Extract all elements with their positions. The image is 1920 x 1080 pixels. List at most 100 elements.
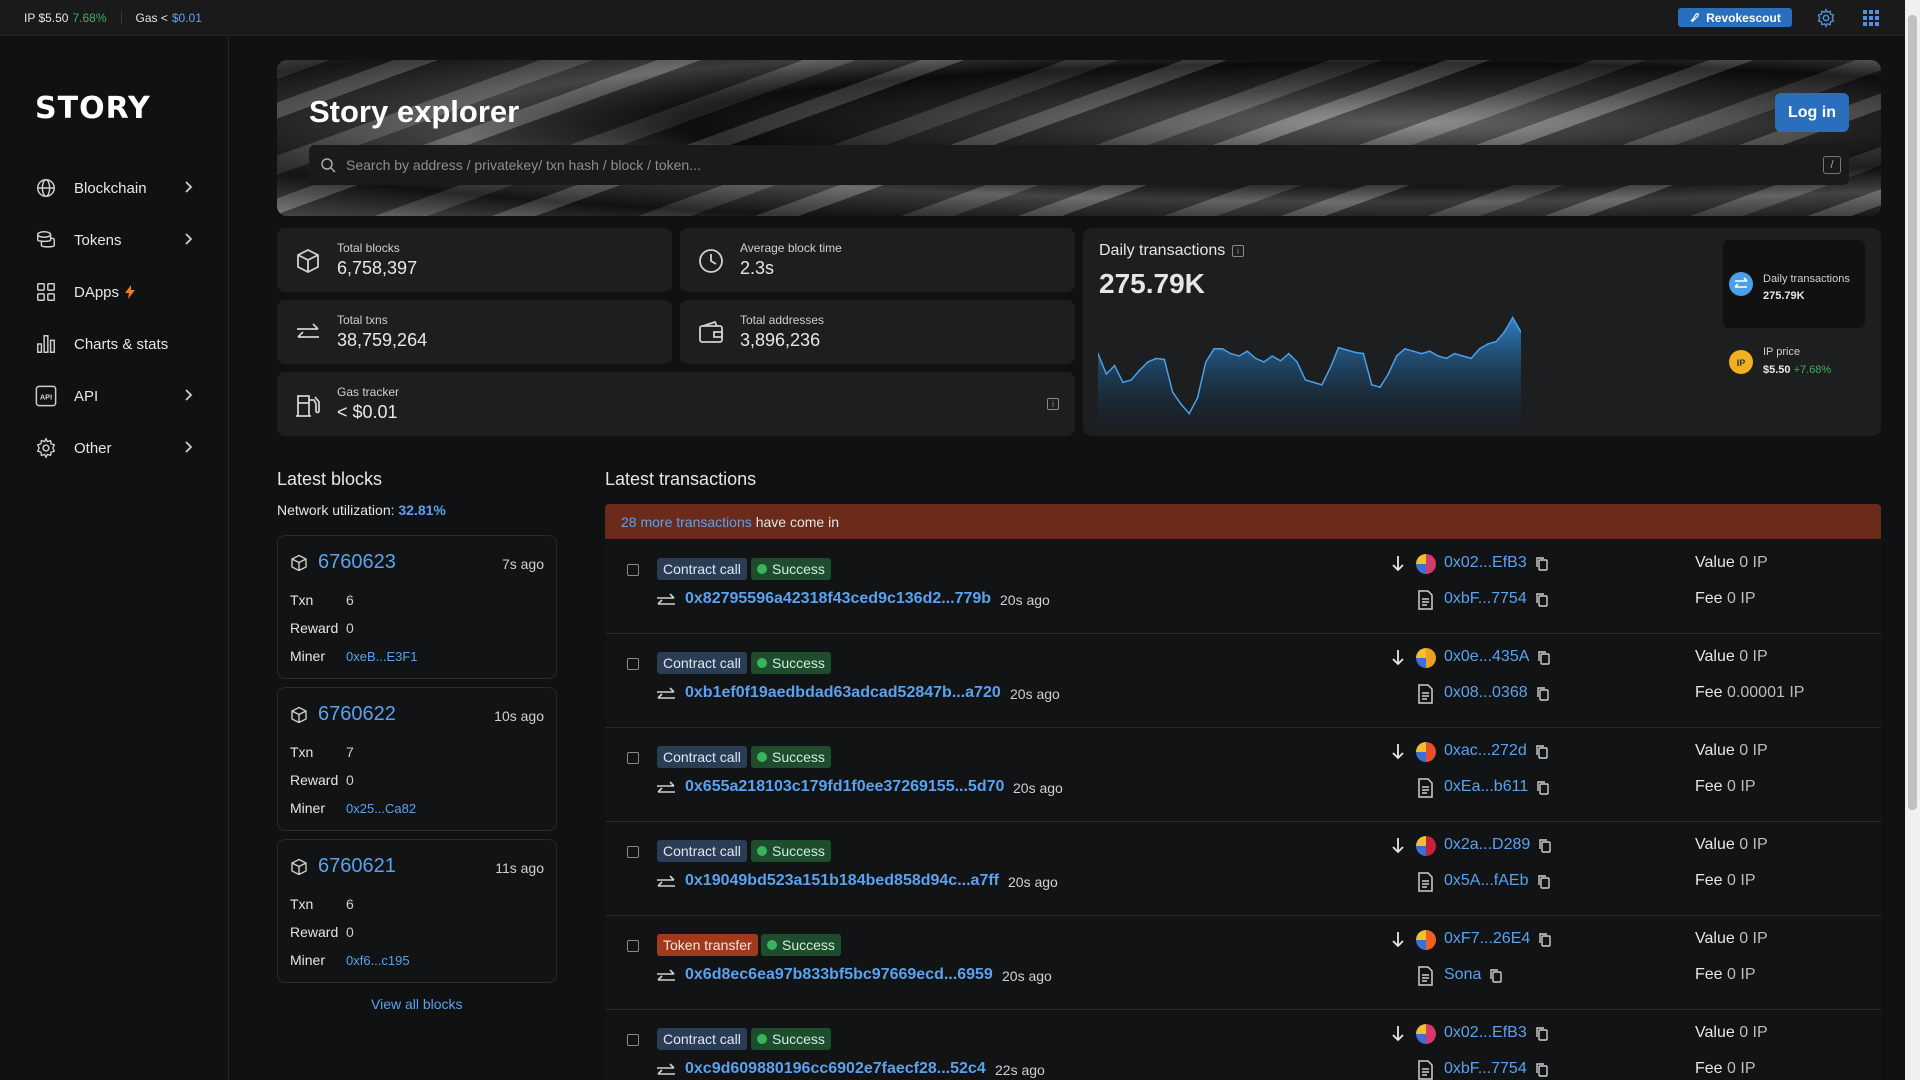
block-number[interactable]: 6760621 <box>318 855 396 878</box>
to-address[interactable]: 0x08...0368 <box>1444 684 1528 702</box>
svg-text:IP: IP <box>1737 358 1746 368</box>
apps-grid-icon[interactable] <box>1861 8 1881 28</box>
chart-point-14 <box>1213 348 1215 350</box>
search-input[interactable]: Search by address / privatekey/ txn hash… <box>346 157 701 173</box>
chart-point-44 <box>1462 355 1464 357</box>
tx-fee: Fee 0 IP <box>1695 1060 1756 1078</box>
search-bar[interactable]: Search by address / privatekey/ txn hash… <box>309 145 1849 185</box>
fee-amount: 0 IP <box>1727 1060 1756 1077</box>
sidebar-item-label: Charts & stats <box>74 335 169 353</box>
expand-toggle[interactable] <box>627 658 639 670</box>
fee-label: Fee <box>1695 872 1723 889</box>
sidebar-item-api[interactable]: API API <box>35 380 195 412</box>
more-transactions-link[interactable]: 28 more transactions <box>621 514 752 530</box>
tx-hash-link[interactable]: 0x6d8ec6ea97b833bf5bc97669ecd...6959 <box>685 966 993 984</box>
from-address[interactable]: 0x0e...435A <box>1444 648 1529 666</box>
chart-point-4 <box>1130 379 1132 381</box>
chart-point-5 <box>1138 369 1141 372</box>
scrollbar-thumb[interactable] <box>1908 15 1917 810</box>
txn-value: 7 <box>346 744 354 760</box>
check-circle-icon <box>757 658 767 668</box>
sidebar-item-tokens[interactable]: Tokens <box>35 224 195 256</box>
miner-address[interactable]: 0xf6...c195 <box>346 953 410 968</box>
expand-toggle[interactable] <box>627 564 639 576</box>
sidebar-item-charts-stats[interactable]: Charts & stats <box>35 328 195 360</box>
copy-icon[interactable] <box>1538 932 1552 948</box>
copy-icon[interactable] <box>1537 874 1551 890</box>
status-text: Success <box>772 655 825 671</box>
ip-price-tile[interactable]: IP IP price $5.50 +7.68% <box>1723 346 1865 410</box>
copy-icon[interactable] <box>1535 1026 1549 1042</box>
revokescout-button[interactable]: Revokescout <box>1678 8 1792 27</box>
copy-icon[interactable] <box>1538 838 1552 854</box>
to-address[interactable]: 0x5A...fAEb <box>1444 872 1529 890</box>
chart-point-6 <box>1146 361 1149 363</box>
copy-icon[interactable] <box>1535 556 1549 572</box>
gas-value[interactable]: $0.01 <box>172 11 202 25</box>
miner-label: Miner <box>290 648 326 664</box>
to-address[interactable]: 0xbF...7754 <box>1444 1060 1527 1078</box>
info-icon[interactable]: i <box>1047 398 1059 410</box>
expand-toggle[interactable] <box>627 752 639 764</box>
contract-document-icon <box>1418 1060 1433 1080</box>
daily-transactions-tile[interactable]: Daily transactions 275.79K <box>1723 240 1865 328</box>
tx-hash-link[interactable]: 0x19049bd523a151b184bed858d94c...a7ff <box>685 872 999 890</box>
sidebar-item-other[interactable]: Other <box>35 432 195 464</box>
status-text: Success <box>772 843 825 859</box>
stat-value: < $0.01 <box>337 402 398 422</box>
miner-address[interactable]: 0x25...Ca82 <box>346 801 416 816</box>
chart-point-45 <box>1470 357 1473 360</box>
tx-value: Value 0 IP <box>1695 1024 1768 1042</box>
to-address[interactable]: Sona <box>1444 966 1481 984</box>
copy-icon[interactable] <box>1535 744 1549 760</box>
tx-type-badge: Contract call <box>657 652 747 674</box>
alert-text: have come in <box>755 513 840 530</box>
from-address[interactable]: 0xac...272d <box>1444 742 1527 760</box>
avatar <box>1416 1024 1436 1044</box>
from-address[interactable]: 0xF7...26E4 <box>1444 930 1530 948</box>
story-logo[interactable]: STORY <box>35 91 151 126</box>
chart-point-38 <box>1412 350 1414 352</box>
from-address[interactable]: 0x02...EfB3 <box>1444 1024 1527 1042</box>
view-all-blocks-link[interactable]: View all blocks <box>371 996 463 1012</box>
avatar <box>1416 648 1436 668</box>
tx-hash-link[interactable]: 0x82795596a42318f43ced9c136d2...779b <box>685 590 991 608</box>
copy-icon[interactable] <box>1536 686 1550 702</box>
block-number[interactable]: 6760622 <box>318 703 396 726</box>
copy-icon[interactable] <box>1536 780 1550 796</box>
wallet-icon <box>699 320 723 343</box>
from-address[interactable]: 0x02...EfB3 <box>1444 554 1527 572</box>
chart-point-43 <box>1453 352 1456 355</box>
sidebar-item-blockchain[interactable]: Blockchain <box>35 172 195 204</box>
copy-icon[interactable] <box>1535 1062 1549 1078</box>
login-button[interactable]: Log in <box>1775 93 1849 132</box>
sidebar-item-dapps[interactable]: DApps <box>35 276 195 308</box>
tx-fee: Fee 0 IP <box>1695 778 1756 796</box>
cube-icon <box>291 554 307 572</box>
page-scrollbar[interactable] <box>1905 0 1920 1080</box>
info-icon[interactable]: i <box>1232 245 1244 257</box>
value-label: Value <box>1695 554 1735 571</box>
block-number[interactable]: 6760623 <box>318 551 396 574</box>
chart-point-20 <box>1263 361 1265 363</box>
from-address[interactable]: 0x2a...D289 <box>1444 836 1530 854</box>
gear-icon[interactable] <box>1816 8 1836 28</box>
fee-label: Fee <box>1695 1060 1723 1077</box>
copy-icon[interactable] <box>1537 650 1551 666</box>
miner-address[interactable]: 0xeB...E3F1 <box>346 649 418 664</box>
stat-gas-tracker[interactable]: Gas tracker < $0.01 i <box>277 372 1075 436</box>
to-address[interactable]: 0xEa...b611 <box>1444 778 1528 796</box>
chart-point-2 <box>1113 364 1116 367</box>
tx-hash-link[interactable]: 0xc9d609880196cc6902e7faecf28...52c4 <box>685 1060 986 1078</box>
expand-toggle[interactable] <box>627 940 639 952</box>
tx-hash-link[interactable]: 0x655a218103c179fd1f0ee37269155...5d70 <box>685 778 1004 796</box>
value-amount: 0 IP <box>1739 1024 1768 1041</box>
chart-point-9 <box>1171 391 1174 393</box>
tx-hash-link[interactable]: 0xb1ef0f19aedbdad63adcad52847b...a720 <box>685 684 1001 702</box>
to-address[interactable]: 0xbF...7754 <box>1444 590 1527 608</box>
copy-icon[interactable] <box>1489 968 1503 984</box>
status-badge: Success <box>751 746 831 768</box>
expand-toggle[interactable] <box>627 1034 639 1046</box>
copy-icon[interactable] <box>1535 592 1549 608</box>
expand-toggle[interactable] <box>627 846 639 858</box>
